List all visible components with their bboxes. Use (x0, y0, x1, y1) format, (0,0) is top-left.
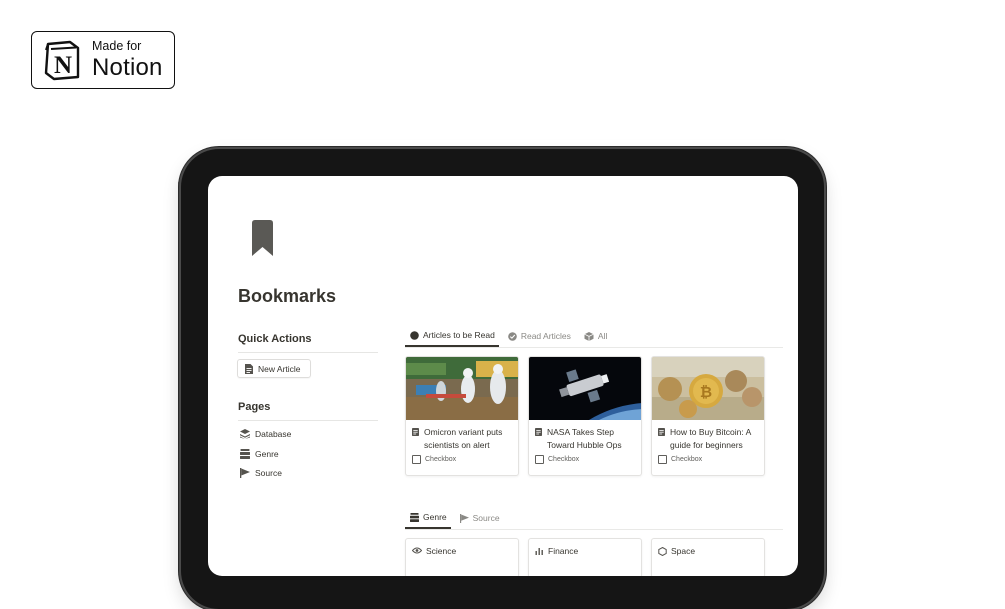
notion-page: Bookmarks Quick Actions New Article Page… (208, 176, 798, 576)
checkbox[interactable] (412, 455, 421, 464)
svg-text:N: N (54, 52, 72, 79)
article-card[interactable]: NASA Takes Step Toward Hubble Ops Checkb… (528, 356, 642, 476)
bar-chart-icon (535, 547, 544, 555)
sidebar-item-database[interactable]: Database (240, 429, 291, 439)
notion-logo-icon: N (44, 40, 80, 80)
article-card[interactable]: Omicron variant puts scientists on alert… (405, 356, 519, 476)
article-title: NASA Takes Step Toward Hubble Ops (547, 427, 622, 450)
article-card[interactable]: ₿ How to Buy Bitcoin: A guide for beginn… (651, 356, 765, 476)
sidebar-item-genre[interactable]: Genre (240, 449, 279, 459)
article-title: How to Buy Bitcoin: A guide for beginner… (670, 427, 751, 450)
tab-label: Read Articles (520, 331, 571, 341)
hubble-telescope-photo (529, 357, 641, 420)
article-title: Omicron variant puts scientists on alert (424, 427, 503, 450)
checkbox-label: Checkbox (425, 456, 457, 463)
quick-actions-heading: Quick Actions (238, 333, 312, 345)
genre-card-science[interactable]: Science (405, 538, 519, 576)
genre-label: Space (671, 546, 696, 556)
page-icon (658, 428, 665, 451)
tab-label: All (597, 331, 608, 341)
sidebar-item-label: Genre (255, 449, 279, 459)
pages-heading: Pages (238, 401, 271, 413)
sidebar-item-label: Source (255, 468, 282, 478)
flag-icon (459, 513, 469, 523)
tab-read-articles[interactable]: Read Articles (503, 331, 575, 347)
sidebar-item-label: Database (255, 429, 292, 439)
checkbox-label: Checkbox (671, 456, 703, 463)
eye-icon (412, 547, 422, 554)
genre-card-finance[interactable]: Finance (528, 538, 642, 576)
tab-all[interactable]: All (579, 331, 611, 347)
books-icon (410, 512, 419, 522)
cube-icon (584, 331, 594, 341)
new-article-label: New Article (258, 363, 301, 374)
tab-label: Articles to be Read (423, 330, 495, 340)
check-circle-icon (508, 331, 517, 341)
flag-icon (240, 468, 250, 478)
divider (405, 347, 783, 348)
genre-label: Science (426, 546, 457, 556)
tab-genre[interactable]: Genre (405, 512, 451, 529)
divider (405, 529, 783, 530)
genre-label: Finance (548, 546, 579, 556)
tab-label: Source (472, 513, 500, 523)
page-icon (412, 428, 419, 451)
bookmark-icon (252, 220, 273, 256)
new-article-button[interactable]: New Article (237, 359, 311, 378)
sidebar-item-source[interactable]: Source (240, 468, 282, 478)
checkbox-label: Checkbox (548, 456, 580, 463)
layers-icon (240, 429, 250, 439)
checkbox[interactable] (535, 455, 544, 464)
hexagon-icon (658, 547, 667, 556)
medical-workers-photo (406, 357, 518, 420)
page-icon (535, 428, 542, 451)
tab-label: Genre (423, 512, 447, 522)
page-title: Bookmarks (238, 286, 337, 306)
bitcoin-coins-photo: ₿ (652, 357, 764, 420)
genre-card-space[interactable]: Space (651, 538, 765, 576)
made-for-notion-badge: N Made for Notion (31, 31, 175, 89)
genre-view-tabs: Genre Source (405, 512, 508, 529)
article-view-tabs: Articles to be Read Read Articles All (405, 330, 615, 347)
divider (238, 420, 378, 421)
books-icon (240, 449, 250, 459)
divider (238, 352, 378, 353)
tab-articles-to-be-read[interactable]: Articles to be Read (405, 330, 499, 347)
made-for-label: Made for (92, 39, 142, 54)
tab-source[interactable]: Source (455, 513, 504, 529)
notion-brand-label: Notion (92, 53, 163, 81)
page-icon (245, 363, 253, 374)
svg-text:₿: ₿ (700, 384, 712, 401)
checkbox[interactable] (658, 455, 667, 464)
circle-icon (410, 330, 419, 340)
